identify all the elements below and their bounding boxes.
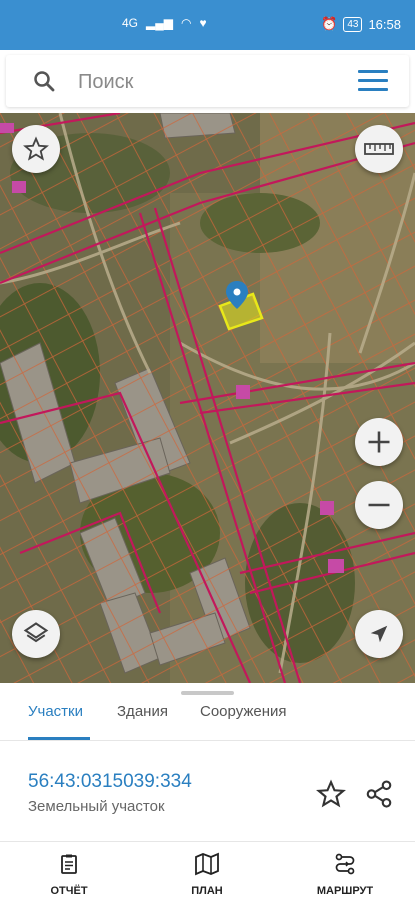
- minus-icon: [368, 503, 390, 507]
- map-plan-icon: [195, 852, 219, 876]
- cadastral-number[interactable]: 56:43:0315039:334: [28, 771, 192, 793]
- alarm-icon: ⏰: [321, 16, 338, 31]
- battery-indicator: 43: [343, 16, 363, 32]
- nav-plan[interactable]: ПЛАН: [162, 852, 252, 897]
- favorites-button[interactable]: [12, 125, 60, 173]
- status-bar: 4G ▂▄▆ ◠ ♥ ⏰ 43 16:58: [0, 0, 415, 50]
- nav-route[interactable]: МАРШРУТ: [300, 852, 390, 897]
- navigation-arrow-icon: [370, 625, 388, 643]
- zoom-out-button[interactable]: [355, 481, 403, 529]
- search-bar: [6, 55, 409, 107]
- layers-icon: [23, 622, 49, 643]
- tab-parcels[interactable]: Участки: [28, 703, 83, 720]
- nav-report-label: ОТЧЁТ: [50, 885, 88, 897]
- zoom-in-button[interactable]: [355, 418, 403, 466]
- clock: 16:58: [368, 16, 401, 32]
- route-icon: [335, 853, 355, 875]
- object-type-tabs: Участки Здания Сооружения: [0, 703, 415, 743]
- search-input[interactable]: [76, 66, 350, 98]
- share-icon[interactable]: [364, 779, 394, 809]
- bottom-sheet: Участки Здания Сооружения 56:43:0315039:…: [0, 683, 415, 899]
- ruler-button[interactable]: [355, 125, 403, 173]
- signal-icon: ▂▄▆: [146, 16, 173, 30]
- my-location-button[interactable]: [355, 610, 403, 658]
- heart-icon: ♥: [199, 16, 207, 30]
- tab-buildings[interactable]: Здания: [117, 703, 168, 720]
- status-right: ⏰ 43 16:58: [321, 16, 401, 32]
- status-left: 4G ▂▄▆ ◠ ♥: [122, 16, 207, 30]
- parcel-type: Земельный участок: [28, 798, 165, 815]
- plus-icon: [368, 431, 390, 453]
- nav-report[interactable]: ОТЧЁТ: [24, 852, 114, 897]
- star-icon: [23, 136, 49, 161]
- nav-route-label: МАРШРУТ: [316, 885, 374, 897]
- sheet-drag-handle[interactable]: [181, 691, 234, 695]
- network-label: 4G: [122, 16, 139, 30]
- nav-plan-label: ПЛАН: [191, 885, 223, 897]
- report-icon: [61, 854, 77, 874]
- wifi-icon: ◠: [180, 16, 192, 30]
- ruler-icon: [364, 143, 394, 155]
- layers-button[interactable]: [12, 610, 60, 658]
- divider: [0, 740, 415, 741]
- favorite-star-icon[interactable]: [316, 779, 346, 809]
- map-view[interactable]: [0, 113, 415, 683]
- tab-structures[interactable]: Сооружения: [200, 703, 287, 720]
- search-icon[interactable]: [32, 69, 56, 93]
- bottom-navigation: ОТЧЁТ ПЛАН МАРШРУТ: [0, 841, 415, 900]
- satellite-map[interactable]: [0, 113, 415, 683]
- menu-icon[interactable]: [358, 70, 388, 92]
